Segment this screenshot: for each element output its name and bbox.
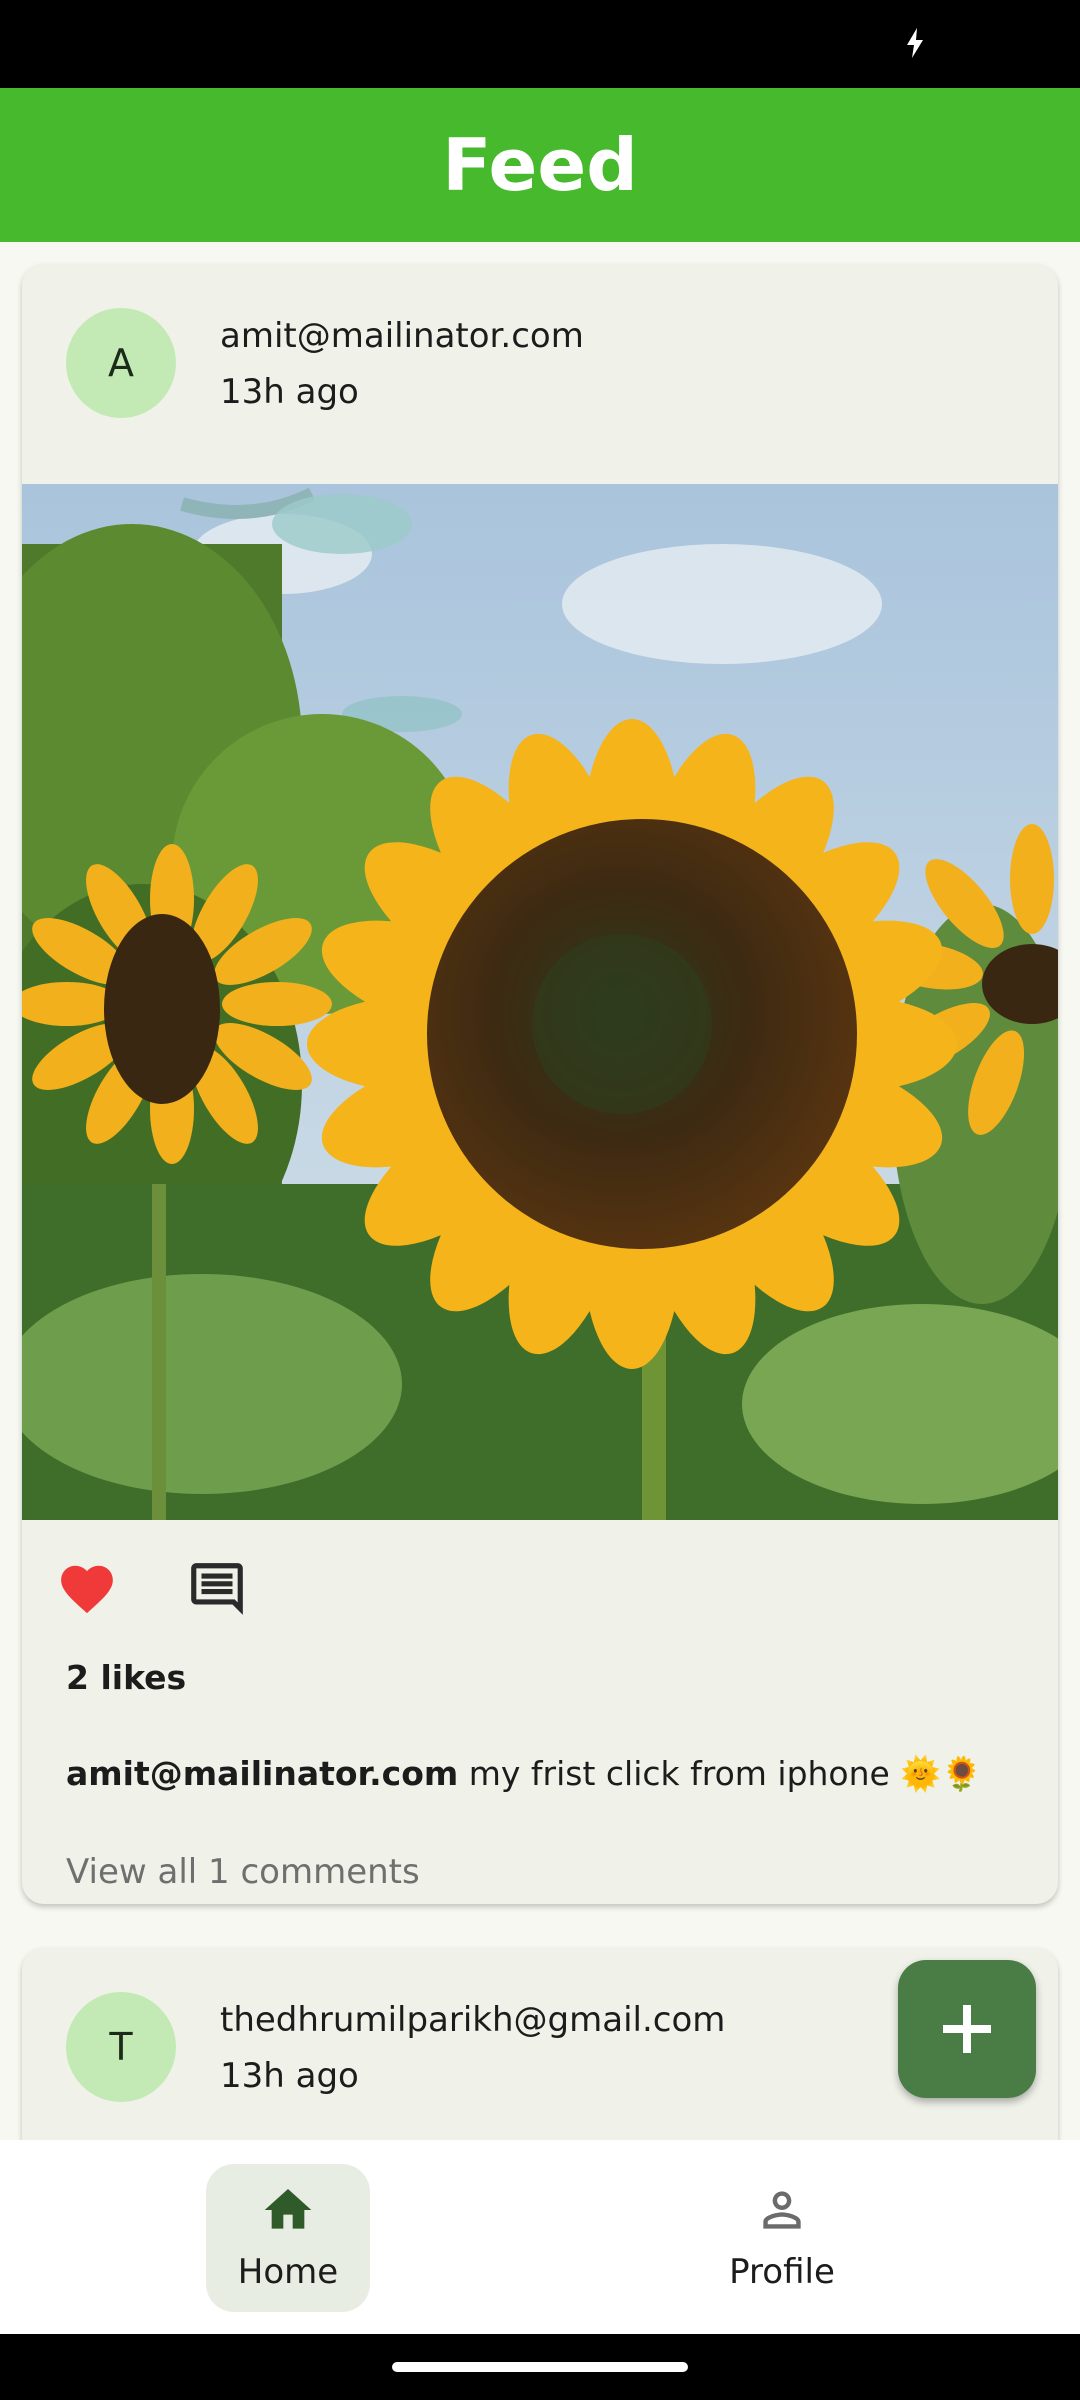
avatar[interactable]: T — [66, 1992, 176, 2102]
caption-author[interactable]: amit@mailinator.com — [66, 1754, 458, 1793]
post-time: 13h ago — [220, 2056, 359, 2096]
nav-label-home: Home — [237, 2252, 339, 2292]
system-navigation — [0, 2334, 1080, 2400]
nav-item-profile[interactable]: Profile — [700, 2164, 864, 2312]
post-header: A amit@mailinator.com 13h ago — [22, 264, 1058, 462]
nav-item-home[interactable]: Home — [206, 2164, 370, 2312]
plus-icon — [943, 2005, 991, 2053]
feed-list[interactable]: A amit@mailinator.com 13h ago 2 likes am… — [0, 242, 1080, 2140]
view-comments-link[interactable]: View all 1 comments — [66, 1852, 420, 1892]
caption-text: my frist click from iphone 🌞🌻 — [458, 1754, 983, 1793]
status-bar — [0, 0, 1080, 88]
post-time: 13h ago — [220, 372, 359, 412]
post-author[interactable]: thedhrumilparikh@gmail.com — [220, 2000, 725, 2040]
post-image[interactable] — [22, 484, 1058, 1520]
avatar[interactable]: A — [66, 308, 176, 418]
comment-icon[interactable] — [186, 1558, 248, 1620]
post-actions — [22, 1544, 1058, 1634]
charging-icon — [907, 28, 923, 58]
post-caption: amit@mailinator.com my frist click from … — [66, 1754, 983, 1794]
likes-count: 2 likes — [66, 1658, 187, 1697]
home-icon — [264, 2189, 312, 2229]
app-bar: Feed — [0, 88, 1080, 242]
heart-icon[interactable] — [56, 1558, 118, 1620]
nav-label-profile: Profile — [729, 2252, 835, 2292]
page-title: Feed — [442, 123, 638, 207]
post-author[interactable]: amit@mailinator.com — [220, 316, 584, 356]
gesture-handle[interactable] — [392, 2362, 688, 2372]
add-post-button[interactable] — [898, 1960, 1036, 2098]
bottom-navigation: Home Profile — [0, 2140, 1080, 2334]
person-icon — [763, 2191, 801, 2229]
post-card[interactable]: A amit@mailinator.com 13h ago 2 likes am… — [22, 264, 1058, 1904]
